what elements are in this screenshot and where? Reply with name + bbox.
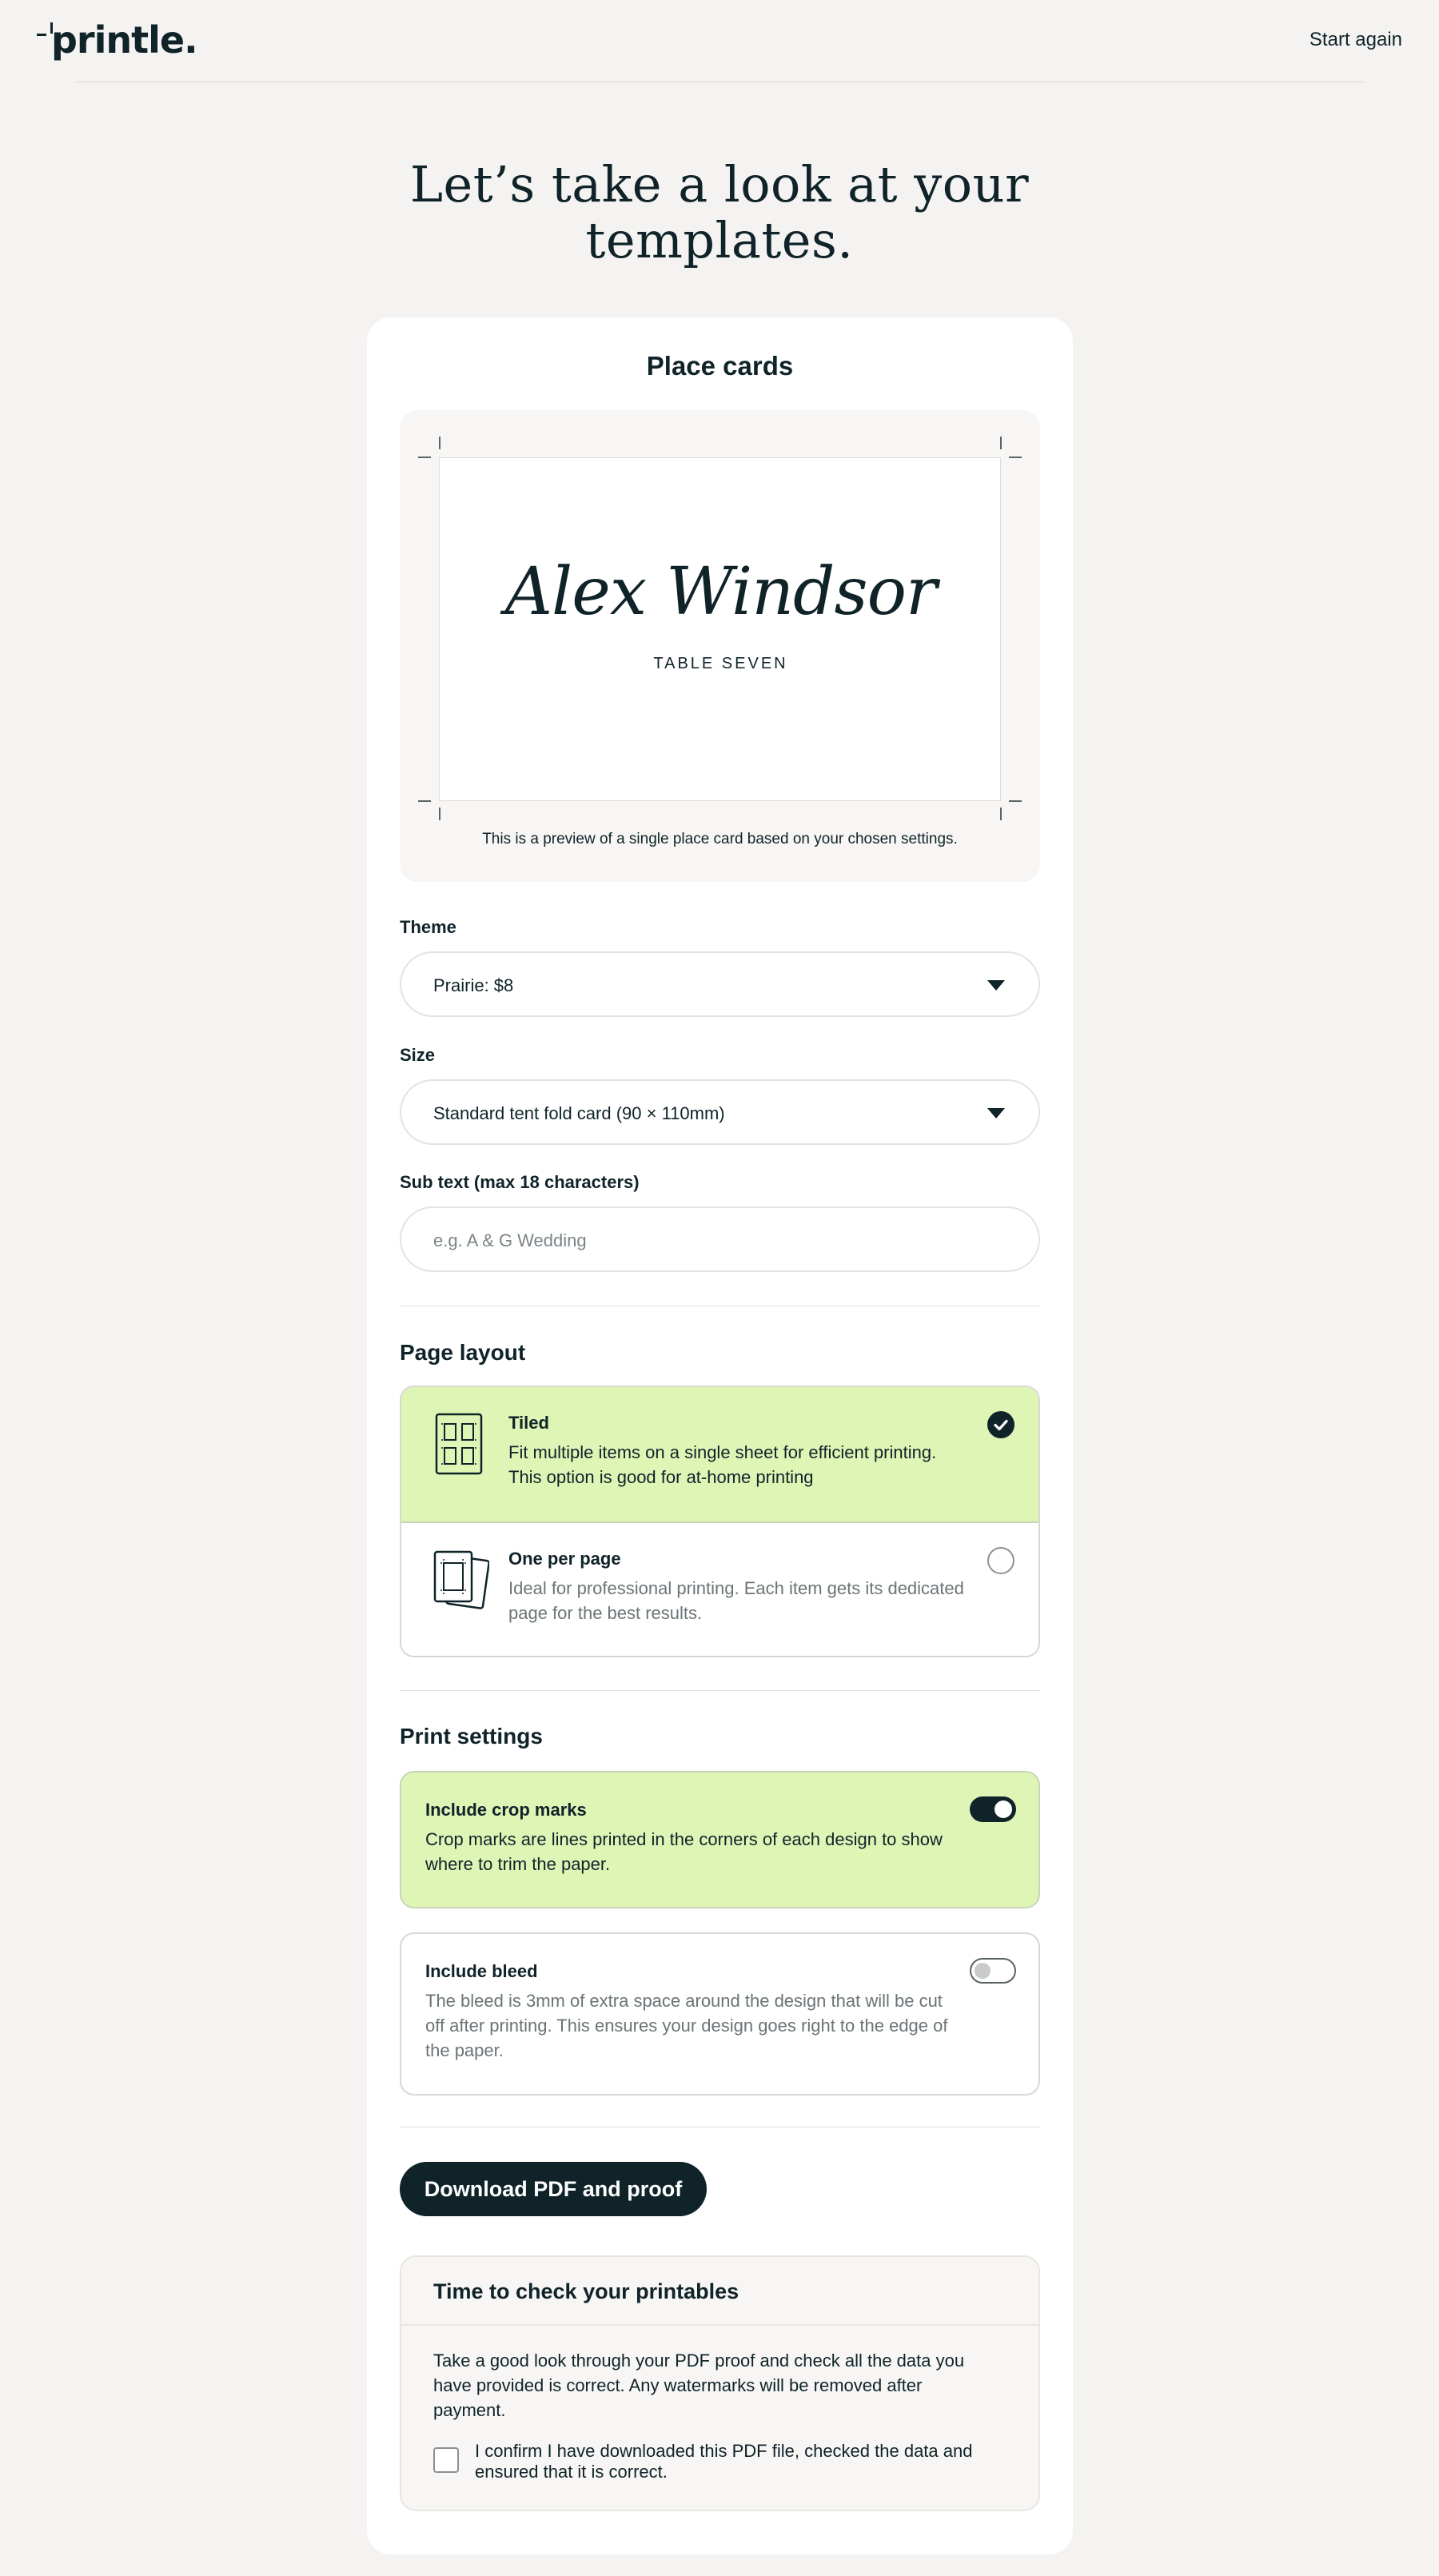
bleed-description: The bleed is 3mm of extra space around t… [425,1988,969,2063]
one-per-page-desc-line-1: Ideal for professional printing. Each it… [508,1578,964,1598]
unselected-radio[interactable] [987,1547,1014,1574]
crop-marks-toggle[interactable] [970,1796,1016,1822]
size-value: Standard tent fold card (90 × 110mm) [433,1103,725,1123]
tiled-title: Tiled [508,1413,549,1433]
bleed-desc-line-2: off after printing. This ensures your de… [425,2016,948,2036]
page-layout-title: Page layout [400,1340,526,1365]
theme-select[interactable]: Prairie: $8 [400,951,1040,1017]
table-name: TABLE SEVEN [653,655,788,672]
place-card-preview: Alex Windsor TABLE SEVEN This is a previ… [400,410,1040,882]
download-pdf-button[interactable]: Download PDF and proof [400,2162,707,2216]
crop-marks-title: Include crop marks [425,1800,587,1820]
crop-marks-setting: Include crop marks Crop marks are lines … [400,1771,1040,1908]
confirm-checkbox[interactable] [433,2447,459,2473]
bleed-desc-line-3: the paper. [425,2040,504,2060]
logo-crop-mark-icon [37,18,53,62]
layout-option-tiled[interactable]: Tiled Fit multiple items on a single she… [401,1387,1038,1523]
one-per-page-desc-line-2: page for the best results. [508,1603,703,1623]
chevron-down-icon [987,980,1005,991]
size-label: Size [400,1045,436,1065]
template-card: Place cards Alex Windsor TABLE SEVEN Thi… [367,317,1073,2554]
one-per-page-description: Ideal for professional printing. Each it… [508,1576,980,1625]
crop-marks-desc-line-2: where to trim the paper. [425,1854,611,1874]
check-body-line-3: payment. [433,2400,506,2420]
one-per-page-icon [433,1550,489,1609]
theme-label: Theme [400,917,456,937]
confirm-line-1: I confirm I have downloaded this PDF fil… [475,2441,973,2461]
guest-name: Alex Windsor [504,554,937,630]
place-card-paper: Alex Windsor TABLE SEVEN [439,457,1001,801]
card-title: Place cards [646,351,794,381]
subtext-input[interactable]: e.g. A & G Wedding [400,1206,1040,1272]
check-body-line-1: Take a good look through your PDF proof … [433,2351,965,2371]
crop-mark-icon [1009,457,1022,458]
toggle-knob [975,1963,991,1979]
theme-value: Prairie: $8 [433,975,514,995]
crop-mark-icon [1009,800,1022,802]
confirm-label: I confirm I have downloaded this PDF fil… [475,2441,1003,2482]
tiled-desc-line-2: This option is good for at-home printing [508,1467,814,1487]
bleed-title: Include bleed [425,1961,538,1981]
bleed-setting: Include bleed The bleed is 3mm of extra … [400,1932,1040,2095]
check-panel-body: Take a good look through your PDF proof … [433,2348,993,2422]
crop-mark-icon [1000,807,1002,820]
headline-line-2: templates. [585,211,854,269]
print-settings-title: Print settings [400,1724,543,1749]
crop-mark-icon [418,457,431,458]
crop-marks-desc-line-1: Crop marks are lines printed in the corn… [425,1829,943,1849]
tiled-layout-icon [435,1413,483,1475]
logo-text: printle. [51,18,198,62]
check-panel-header: Time to check your printables [401,2257,1038,2326]
toggle-knob [995,1800,1012,1818]
tiled-description: Fit multiple items on a single sheet for… [508,1440,980,1489]
section-divider [400,1690,1040,1691]
tiled-desc-line-1: Fit multiple items on a single sheet for… [508,1442,937,1462]
size-select[interactable]: Standard tent fold card (90 × 110mm) [400,1079,1040,1145]
page-layout-options: Tiled Fit multiple items on a single she… [400,1386,1040,1657]
layout-option-one-per-page[interactable]: One per page Ideal for professional prin… [401,1523,1038,1656]
crop-mark-icon [439,437,440,449]
one-per-page-title: One per page [508,1549,621,1569]
site-header: printle. Start again [0,0,1439,82]
headline-line-1: Let’s take a look at your [409,155,1030,213]
crop-mark-icon [1000,437,1002,449]
confirm-line-2: ensured that it is correct. [475,2462,668,2482]
start-again-link[interactable]: Start again [1309,29,1402,51]
bleed-toggle[interactable] [970,1958,1016,1984]
bleed-desc-line-1: The bleed is 3mm of extra space around t… [425,1991,943,2011]
check-printables-panel: Time to check your printables Take a goo… [400,2255,1040,2511]
subtext-label: Sub text (max 18 characters) [400,1172,640,1192]
page-headline: Let’s take a look at your templates. [0,157,1439,269]
check-panel-title: Time to check your printables [433,2279,739,2303]
chevron-down-icon [987,1108,1005,1119]
preview-caption: This is a preview of a single place card… [482,831,958,847]
printle-logo[interactable]: printle. [37,18,198,62]
subtext-placeholder: e.g. A & G Wedding [433,1230,587,1250]
check-body-line-2: have provided is correct. Any watermarks… [433,2375,923,2395]
crop-marks-description: Crop marks are lines printed in the corn… [425,1827,969,1876]
crop-mark-icon [439,807,440,820]
selected-check-icon[interactable] [987,1411,1014,1438]
crop-mark-icon [418,800,431,802]
